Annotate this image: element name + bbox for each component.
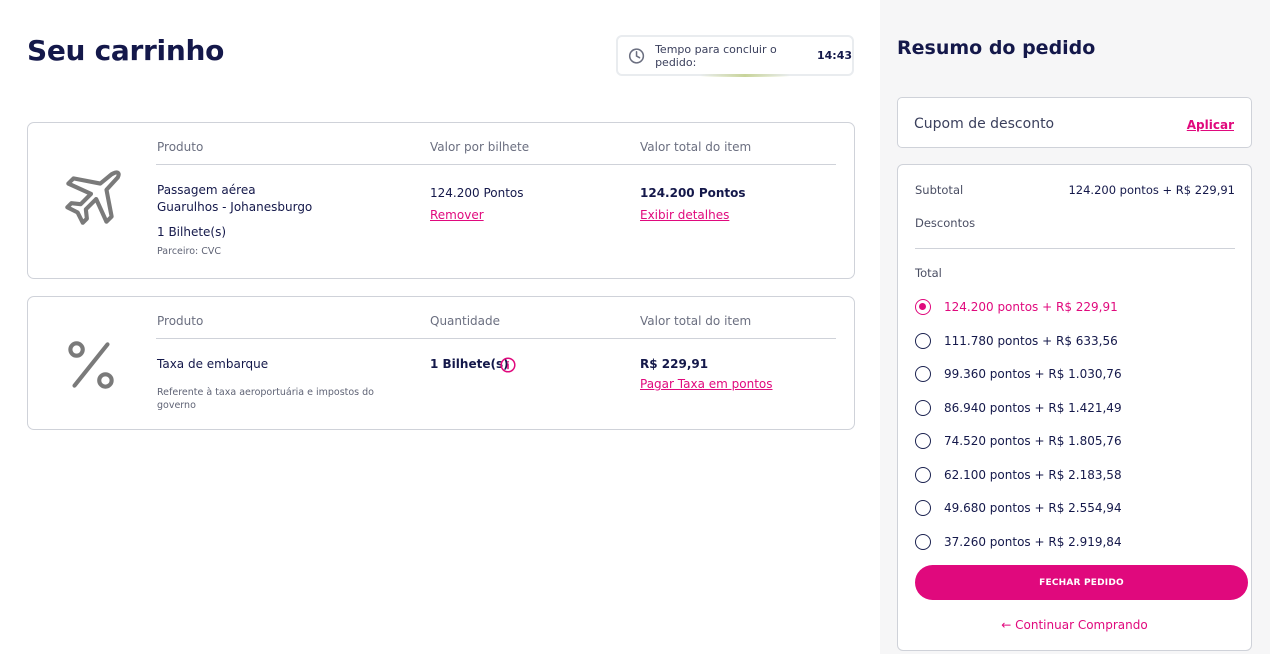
percent-icon — [68, 341, 114, 389]
radio-button[interactable] — [915, 299, 931, 315]
cart-item-tax: Produto Quantidade Valor total do item T… — [27, 296, 855, 430]
radio-button[interactable] — [915, 500, 931, 516]
partner-label: Parceiro: CVC — [157, 246, 222, 257]
tax-total: R$ 229,91 — [640, 357, 709, 371]
summary-title: Resumo do pedido — [897, 37, 1096, 59]
timer-progress — [700, 74, 790, 77]
info-icon[interactable] — [500, 357, 516, 373]
show-details-link[interactable]: Exibir detalhes — [640, 208, 729, 222]
radio-button[interactable] — [915, 366, 931, 382]
payment-option-label: 86.940 pontos + R$ 1.421,49 — [944, 400, 1122, 415]
clock-icon — [628, 47, 645, 64]
payment-option-label: 99.360 pontos + R$ 1.030,76 — [944, 367, 1122, 381]
total-label: Total — [915, 266, 942, 280]
radio-button[interactable] — [915, 433, 931, 449]
checkout-button[interactable]: FECHAR PEDIDO — [915, 565, 1248, 600]
subtotal-label: Subtotal — [915, 183, 964, 197]
product-name: Passagem aérea — [157, 183, 256, 197]
order-summary-panel: Resumo do pedido Cupom de desconto Aplic… — [880, 0, 1270, 654]
item-total: 124.200 Pontos — [640, 186, 746, 200]
page-title: Seu carrinho — [27, 34, 225, 67]
col-header-item-total: Valor total do item — [640, 140, 752, 154]
flight-route: Guarulhos - Johanesburgo — [157, 200, 313, 214]
coupon-label: Cupom de desconto — [914, 116, 1055, 132]
cart-item-flight: Produto Valor por bilhete Valor total do… — [27, 122, 855, 279]
ticket-count: 1 Bilhete(s) — [157, 225, 227, 239]
order-timer: Tempo para concluir o pedido: 14:43 — [616, 35, 854, 76]
pay-tax-points-link[interactable]: Pagar Taxa em pontos — [640, 377, 773, 391]
col-header-item-total: Valor total do item — [640, 314, 752, 328]
payment-option[interactable]: 99.360 pontos + R$ 1.030,76 — [915, 364, 1122, 384]
payment-option[interactable]: 62.100 pontos + R$ 2.183,58 — [915, 465, 1122, 485]
remove-link[interactable]: Remover — [430, 208, 484, 222]
payment-option-label: 124.200 pontos + R$ 229,91 — [944, 300, 1118, 314]
radio-button[interactable] — [915, 466, 931, 483]
header-divider — [156, 338, 836, 339]
payment-option-label: 49.680 pontos + R$ 2.554,94 — [944, 501, 1122, 515]
discounts-label: Descontos — [915, 216, 976, 230]
payment-option[interactable]: 49.680 pontos + R$ 2.554,94 — [915, 498, 1122, 518]
col-header-product: Produto — [157, 140, 204, 154]
radio-button[interactable] — [915, 533, 931, 550]
airplane-icon — [65, 170, 121, 225]
subtotal-value: 124.200 pontos + R$ 229,91 — [1068, 183, 1235, 197]
payment-option-label: 111.780 pontos + R$ 633,56 — [944, 333, 1118, 348]
header-divider — [156, 164, 836, 165]
payment-option[interactable]: 111.780 pontos + R$ 633,56 — [915, 331, 1118, 351]
col-header-quantity: Quantidade — [430, 314, 501, 328]
payment-option[interactable]: 124.200 pontos + R$ 229,91 — [915, 297, 1118, 317]
payment-option[interactable]: 86.940 pontos + R$ 1.421,49 — [915, 398, 1122, 418]
continue-shopping-link[interactable]: ← Continuar Comprando — [898, 618, 1251, 632]
summary-divider — [915, 248, 1235, 249]
tax-description: Referente à taxa aeroportuária e imposto… — [157, 387, 374, 411]
payment-option-label: 74.520 pontos + R$ 1.805,76 — [944, 434, 1122, 448]
cart-main: Seu carrinho Tempo para concluir o pedid… — [0, 0, 880, 654]
payment-option-label: 62.100 pontos + R$ 2.183,58 — [944, 467, 1122, 482]
radio-button[interactable] — [915, 399, 931, 416]
timer-value: 14:43 — [816, 49, 852, 62]
col-header-product: Produto — [157, 314, 204, 328]
price-per-ticket: 124.200 Pontos — [430, 186, 524, 200]
radio-button[interactable] — [915, 332, 931, 349]
payment-option[interactable]: 74.520 pontos + R$ 1.805,76 — [915, 431, 1122, 451]
payment-option[interactable]: 37.260 pontos + R$ 2.919,84 — [915, 532, 1122, 552]
summary-box: Subtotal 124.200 pontos + R$ 229,91 Desc… — [897, 164, 1252, 651]
col-header-price-per-ticket: Valor por bilhete — [430, 140, 530, 154]
timer-label: Tempo para concluir o pedido: — [655, 42, 777, 69]
tax-quantity: 1 Bilhete(s) — [430, 357, 509, 371]
coupon-box[interactable]: Cupom de desconto Aplicar — [897, 97, 1252, 148]
product-name: Taxa de embarque — [157, 357, 269, 371]
coupon-apply-link[interactable]: Aplicar — [1187, 118, 1234, 132]
payment-option-label: 37.260 pontos + R$ 2.919,84 — [944, 534, 1122, 549]
